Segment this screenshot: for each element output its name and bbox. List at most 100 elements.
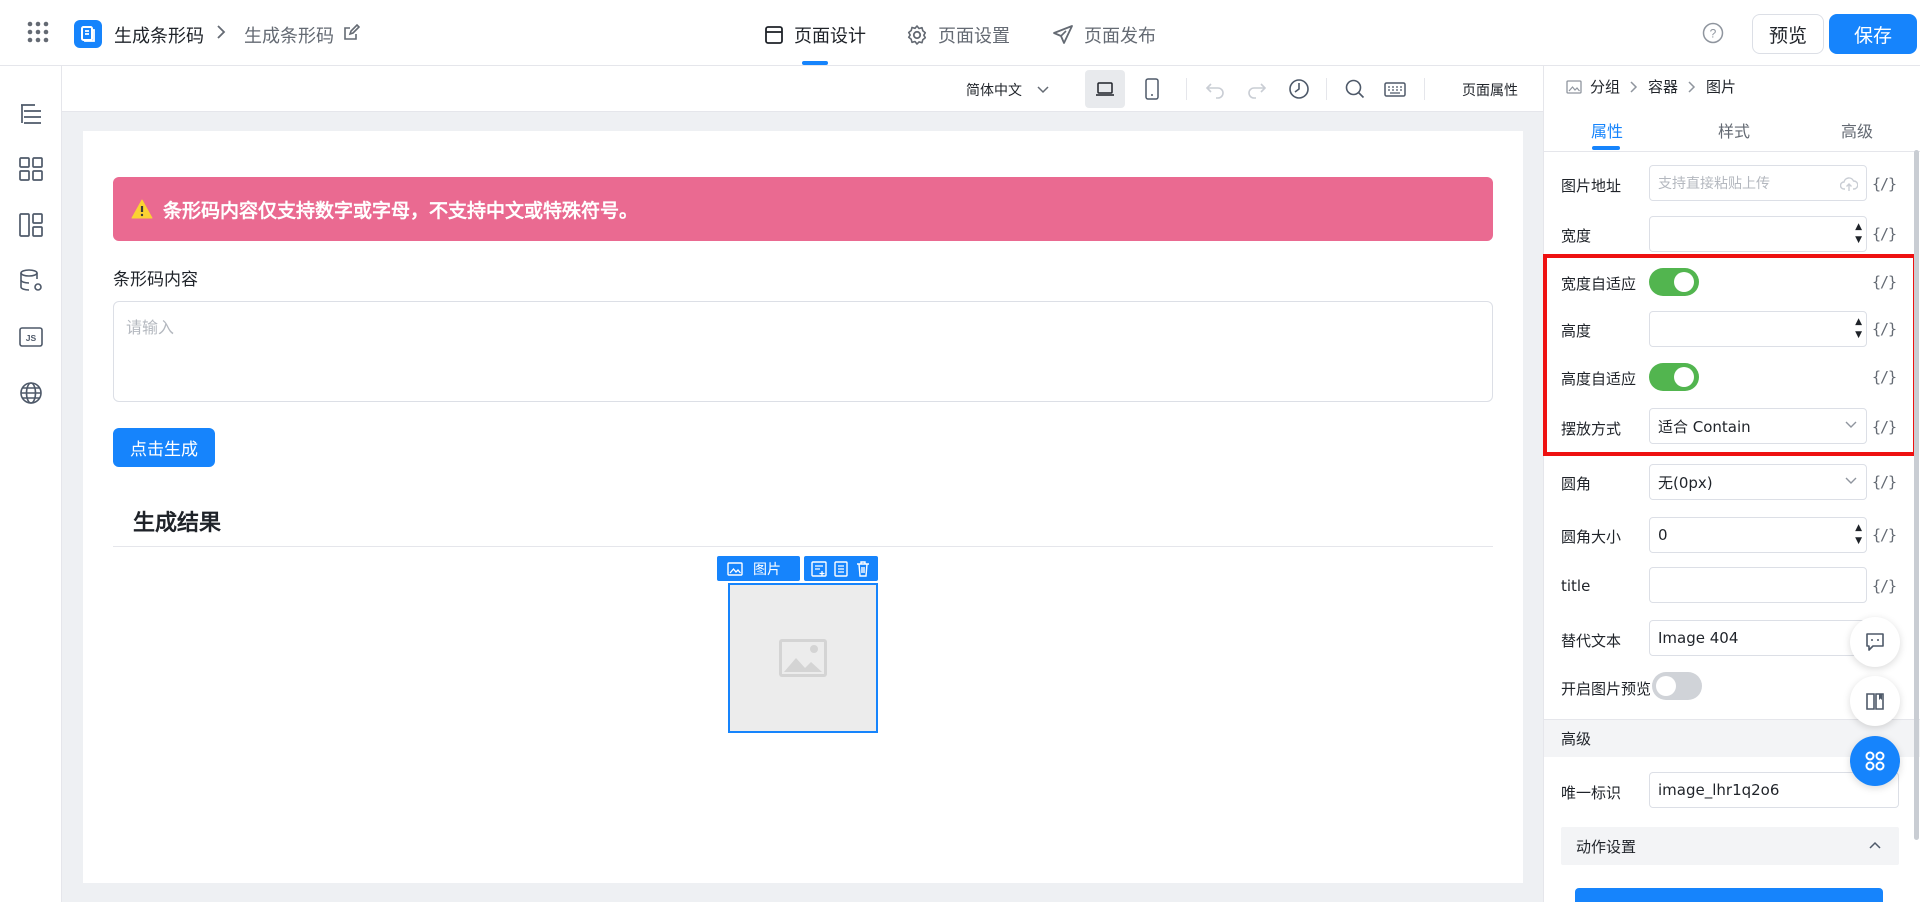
unique-id-value: image_lhr1q2o6	[1658, 781, 1780, 799]
alt-text-input[interactable]: Image 404	[1649, 620, 1867, 656]
stepper-icon[interactable]: ▲ ▼	[1855, 221, 1862, 247]
radius-label: 圆角	[1561, 475, 1592, 493]
top-header: 生成条形码 生成条形码 页面设计 页面设置 页面发布 ? 预览 保存	[0, 0, 1920, 66]
component-type-label: 图片	[753, 561, 781, 578]
image-placeholder-icon	[779, 639, 827, 677]
apps-menu-button[interactable]	[1850, 736, 1900, 786]
stepper-icon[interactable]: ▲ ▼	[1855, 522, 1862, 548]
mobile-view-icon[interactable]	[1144, 78, 1160, 100]
tab-label: 页面设置	[938, 26, 1010, 47]
advanced-section-label: 高级	[1561, 730, 1592, 748]
page-canvas	[83, 131, 1523, 883]
barcode-content-input[interactable]	[113, 301, 1493, 402]
preview-button[interactable]: 预览	[1752, 14, 1824, 54]
book-icon	[1866, 693, 1884, 710]
layout-panels-icon[interactable]	[18, 212, 44, 238]
alert-text: 条形码内容仅支持数字或字母，不支持中文或特殊符号。	[163, 199, 639, 222]
image-url-input[interactable]: 支持直接粘贴上传	[1649, 165, 1867, 201]
app-grid-icon[interactable]	[26, 20, 50, 44]
tab-active-indicator	[802, 61, 828, 65]
save-button[interactable]: 保存	[1829, 14, 1917, 54]
radius-select[interactable]: 无(0px)	[1649, 464, 1867, 500]
tab-page-design[interactable]: 页面设计	[764, 20, 866, 50]
radius-value: 无(0px)	[1658, 473, 1713, 492]
toolbar-divider	[1186, 78, 1187, 100]
tab-styles[interactable]: 样式	[1718, 118, 1750, 142]
tab-active-indicator	[1592, 146, 1620, 150]
image-placeholder[interactable]	[728, 583, 878, 733]
tab-advanced[interactable]: 高级	[1841, 118, 1873, 142]
redo-icon[interactable]	[1246, 78, 1268, 100]
apps-icon	[1865, 751, 1885, 771]
tab-label: 页面发布	[1084, 26, 1156, 47]
desktop-view-button[interactable]	[1085, 70, 1125, 108]
toggle-knob	[1656, 676, 1676, 696]
svg-text:?: ?	[1710, 27, 1717, 41]
tab-properties[interactable]: 属性	[1591, 118, 1623, 142]
generate-button[interactable]: 点击生成	[113, 428, 215, 467]
chevron-up-icon[interactable]	[1868, 840, 1882, 850]
copy-icon[interactable]	[832, 560, 850, 578]
history-clock-icon[interactable]	[1288, 78, 1310, 100]
component-breadcrumb: 分组 容器 图片	[1566, 76, 1736, 97]
breadcrumb-item[interactable]: 容器	[1648, 76, 1678, 97]
breadcrumb-item: 图片	[1706, 78, 1737, 96]
radius-size-input[interactable]: 0 ▲ ▼	[1649, 517, 1867, 553]
page-properties-link[interactable]: 页面属性	[1462, 80, 1518, 100]
expression-toggle[interactable]: {/}	[1872, 526, 1897, 544]
database-settings-icon[interactable]	[18, 268, 44, 294]
title-input[interactable]	[1649, 567, 1867, 603]
tabs-divider	[1544, 151, 1920, 152]
add-component-icon[interactable]	[810, 560, 828, 578]
barcode-field-label: 条形码内容	[113, 270, 198, 290]
expression-toggle[interactable]: {/}	[1872, 175, 1897, 193]
image-preview-label: 开启图片预览	[1561, 680, 1652, 698]
width-label: 宽度	[1561, 227, 1592, 245]
image-url-label: 图片地址	[1561, 177, 1622, 195]
app-name[interactable]: 生成条形码	[114, 22, 204, 48]
globe-icon[interactable]	[18, 380, 44, 406]
svg-text:JS: JS	[26, 333, 37, 343]
feedback-chat-button[interactable]	[1850, 617, 1900, 667]
expression-toggle[interactable]: {/}	[1872, 473, 1897, 491]
js-code-icon[interactable]: JS	[18, 324, 44, 350]
width-input[interactable]: ▲ ▼	[1649, 216, 1867, 252]
image-url-placeholder: 支持直接粘贴上传	[1658, 176, 1770, 192]
components-grid-icon[interactable]	[18, 156, 44, 182]
selected-component-tag[interactable]: 图片	[717, 556, 800, 581]
breadcrumb-item[interactable]: 分组	[1590, 76, 1620, 97]
warning-icon	[131, 199, 153, 219]
chevron-right-icon	[214, 24, 228, 40]
language-select[interactable]: 简体中文	[966, 80, 1050, 100]
expression-toggle[interactable]: {/}	[1872, 225, 1897, 243]
language-label: 简体中文	[966, 83, 1022, 99]
docs-button[interactable]	[1850, 676, 1900, 726]
chevron-down-icon	[1037, 86, 1049, 94]
edit-icon[interactable]	[342, 24, 360, 42]
action-section-label: 动作设置	[1576, 838, 1637, 856]
tab-page-publish[interactable]: 页面发布	[1052, 20, 1156, 50]
unique-id-label: 唯一标识	[1561, 784, 1622, 802]
gear-icon	[907, 25, 927, 45]
highlight-annotation	[1543, 254, 1917, 456]
component-actions	[804, 556, 878, 581]
search-icon[interactable]	[1344, 78, 1366, 100]
help-icon[interactable]: ?	[1702, 22, 1724, 44]
alt-text-label: 替代文本	[1561, 632, 1622, 650]
delete-icon[interactable]	[854, 560, 872, 578]
cloud-upload-icon	[1840, 177, 1858, 191]
chevron-right-icon	[1630, 80, 1638, 93]
panel-scrollbar[interactable]	[1914, 150, 1919, 840]
radius-size-label: 圆角大小	[1561, 528, 1622, 546]
tab-page-settings[interactable]: 页面设置	[906, 20, 1010, 50]
expression-toggle[interactable]: {/}	[1872, 577, 1897, 595]
canvas-toolbar: 简体中文 页面属性	[62, 66, 1543, 112]
left-sidebar: JS	[0, 66, 62, 902]
image-preview-toggle[interactable]	[1652, 672, 1702, 700]
tab-label: 页面设计	[794, 26, 866, 47]
undo-icon[interactable]	[1204, 78, 1226, 100]
add-action-button[interactable]	[1575, 888, 1883, 902]
toolbar-divider	[1326, 78, 1327, 100]
keyboard-icon[interactable]	[1384, 78, 1406, 100]
outline-tree-icon[interactable]	[18, 100, 44, 126]
